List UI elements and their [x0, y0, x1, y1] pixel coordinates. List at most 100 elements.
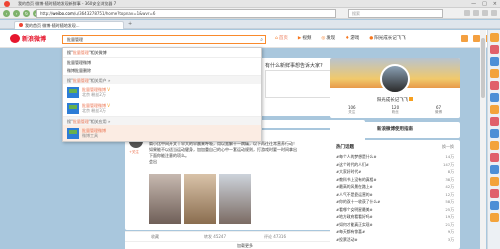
app-icon[interactable] [489, 153, 499, 162]
stat-followers[interactable]: 120 粉丝 [392, 105, 400, 115]
topic-count: 19万 [445, 214, 454, 219]
post-image[interactable] [219, 174, 251, 224]
stat-following[interactable]: 106 关注 [348, 105, 356, 115]
app-icon [67, 127, 79, 139]
app-icon[interactable] [489, 165, 499, 174]
list-item[interactable]: #每天都有惊喜# 9万 [336, 228, 454, 236]
app-icon[interactable] [489, 81, 499, 90]
nav-user[interactable]: ●阳光成长记飞飞 [369, 35, 405, 41]
extension-icon[interactable] [473, 10, 479, 16]
topic-count: 147万 [442, 161, 454, 167]
message-icon[interactable] [461, 35, 468, 42]
user-result[interactable]: 批量管理微博 V 北京 粉丝2万 [63, 84, 261, 100]
list-item[interactable]: #最高的风景在路上# 42万 [336, 183, 454, 191]
minimize-button[interactable]: — [471, 1, 476, 7]
list-item[interactable]: #人气不是靠运营的# 12万 [336, 191, 454, 199]
user-result[interactable]: 批量管理微博 V 北京 粉丝3万 [63, 100, 261, 116]
topic-text: #每天都有惊喜# [336, 229, 366, 234]
discover-icon: ◎ [321, 36, 326, 41]
settings-icon[interactable] [473, 35, 480, 42]
repost-button[interactable]: 转发 45247 [185, 232, 245, 241]
search-suggestions-dropdown: 搜"批量管理"相关微博 批量管理微博 微博批量删除 搜"批量管理"相关用户 » … [62, 47, 262, 142]
post-actions: 收藏 转发 45247 评论 47316 赞 98 [125, 231, 365, 241]
toolbar-icons [464, 10, 497, 16]
refresh-topics-link[interactable]: 换一换 [442, 144, 454, 150]
tab-weibo[interactable]: 我的首页 微博-随时随地发现... [14, 21, 124, 29]
browser-search-input[interactable]: 搜索 [348, 9, 443, 18]
load-more-button[interactable]: 加载更多 [125, 241, 365, 249]
app-result[interactable]: 批量管理微博 微博工具 [63, 125, 261, 141]
maximize-button[interactable]: □ [482, 1, 487, 7]
app-icon[interactable] [489, 177, 499, 186]
forward-icon[interactable]: › [13, 10, 20, 17]
comment-button[interactable]: 评论 47316 [245, 232, 305, 241]
url-field[interactable]: http://weibo.com/u/3643278751/home?topna… [36, 9, 336, 18]
scrollbar-thumb[interactable] [481, 38, 485, 98]
browser-logo-icon [4, 1, 10, 7]
extension-icon[interactable] [482, 10, 488, 16]
member-icon [409, 97, 414, 101]
suggestion-suffix: "相关微博 [88, 50, 107, 55]
app-icon[interactable] [489, 129, 499, 138]
weibo-logo[interactable]: 新浪微博 [10, 34, 46, 43]
app-results-header[interactable]: 搜"批量管理"相关应用 » [63, 116, 261, 125]
app-icon[interactable] [489, 201, 499, 210]
nav-video[interactable]: ▶视频 [298, 35, 311, 41]
app-icon[interactable] [489, 33, 499, 42]
suggestion-item[interactable]: 微博批量删除 [63, 66, 261, 75]
nav-discover[interactable]: ◎发现 [321, 35, 335, 41]
refresh-icon[interactable]: ↻ [23, 10, 30, 17]
guide-card[interactable]: 新浪微博使用指南 [330, 122, 460, 138]
header-keyword: 批量管理 [72, 78, 89, 83]
close-button[interactable]: × [493, 1, 497, 7]
topic-count: 9万 [447, 229, 454, 234]
list-item[interactable]: #大家好时代# 8万 [336, 168, 454, 176]
post-image[interactable] [184, 174, 216, 224]
user-results-header[interactable]: 搜"批量管理"相关用户 » [63, 75, 261, 84]
app-icon[interactable] [489, 69, 499, 78]
post-images [149, 174, 251, 224]
back-icon[interactable]: ‹ [3, 10, 10, 17]
weibo-search-input[interactable]: 批量管理 ⌕ [62, 35, 266, 44]
page-scrollbar[interactable] [480, 30, 486, 249]
suggestion-item[interactable]: 批量管理微博 [63, 57, 261, 66]
app-icon[interactable] [489, 213, 499, 222]
list-item[interactable]: #你的双十一收获了什么# 58万 [336, 198, 454, 206]
profile-name[interactable]: 阳光成长记飞飞 [330, 97, 460, 103]
topic-text: #这个时代的人们# [336, 161, 369, 167]
app-icon[interactable] [489, 117, 499, 126]
app-icon[interactable] [489, 93, 499, 102]
browser-titlebar: 我的首页 微博-随时随地发现新鲜事 - 360安全浏览器 7 — □ × [0, 0, 500, 8]
top-nav: ⌂首页 ▶视频 ◎发现 ♦游戏 ●阳光成长记飞飞 [275, 35, 406, 41]
home-icon: ⌂ [275, 36, 278, 41]
list-item[interactable]: #看哪个女明星最美# 25万 [336, 206, 454, 214]
favorite-button[interactable]: 收藏 [125, 232, 185, 241]
nav-game[interactable]: ♦游戏 [345, 35, 359, 41]
avatar[interactable] [380, 64, 410, 94]
app-icon[interactable] [489, 141, 499, 150]
list-item[interactable]: #教科书上没有的真相# 38万 [336, 176, 454, 184]
nav-home[interactable]: ⌂首页 [275, 35, 288, 41]
app-icon[interactable] [489, 45, 499, 54]
list-item[interactable]: #这个时代的人们# 147万 [336, 161, 454, 169]
topic-count: 25万 [445, 206, 454, 212]
stat-posts[interactable]: 67 微博 [435, 105, 442, 115]
list-item[interactable]: #地方政府看看好吗# 19万 [336, 213, 454, 221]
list-item[interactable]: #如何才能真正实现# 21万 [336, 221, 454, 229]
search-icon[interactable]: ⌕ [260, 37, 263, 43]
follow-button[interactable]: +关注 [129, 150, 139, 155]
topic-text: #投票活动# [336, 236, 358, 242]
menu-icon[interactable] [491, 10, 497, 16]
app-icon[interactable] [489, 57, 499, 66]
list-item[interactable]: #投票活动# 3万 [336, 236, 454, 244]
post-image[interactable] [149, 174, 181, 224]
search-value: 批量管理 [67, 37, 83, 42]
new-tab-button[interactable]: + [128, 21, 132, 27]
url-path: /u/3643278751/home?topnav=1&wvr=6 [73, 11, 156, 16]
verified-badge: V [107, 103, 111, 108]
list-item[interactable]: #每个人的梦想是什么# 14万 [336, 153, 454, 161]
app-icon[interactable] [489, 105, 499, 114]
extension-icon[interactable] [464, 10, 470, 16]
suggestion-item[interactable]: 搜"批量管理"相关微博 [63, 48, 261, 57]
app-icon[interactable] [489, 189, 499, 198]
